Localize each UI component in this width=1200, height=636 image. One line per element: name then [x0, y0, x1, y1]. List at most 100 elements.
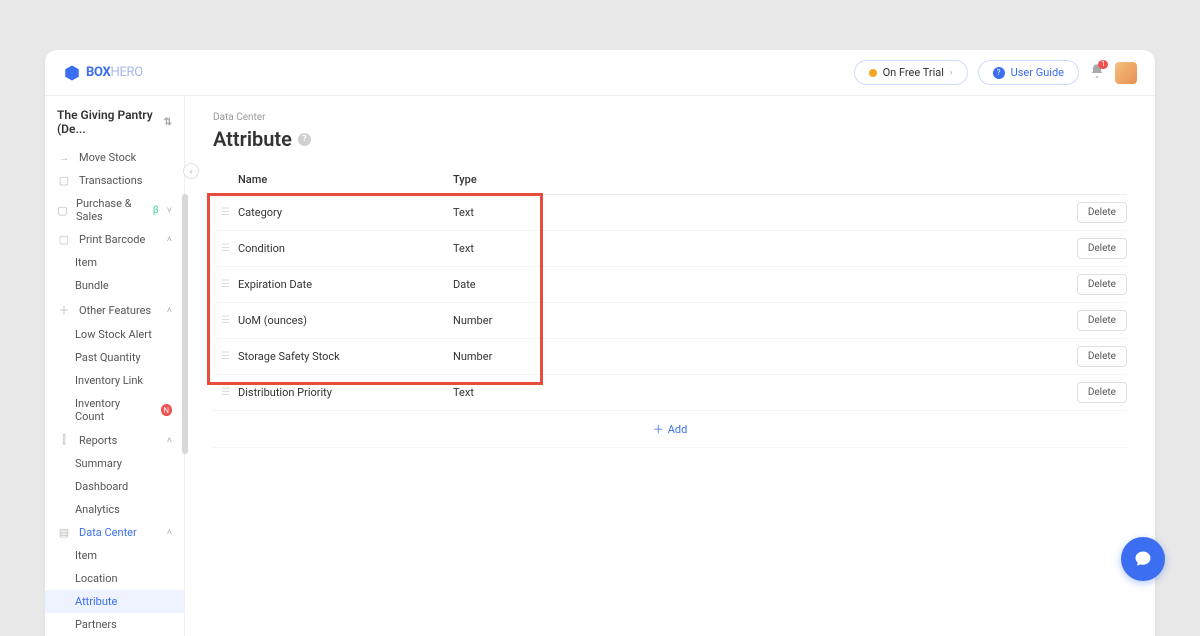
new-badge: N — [161, 404, 172, 416]
sidebar-item-move-stock[interactable]: →Move Stock — [45, 146, 184, 169]
team-name: The Giving Pantry (De... — [57, 108, 164, 136]
sort-icon: ⇅ — [164, 117, 172, 128]
beta-badge: β — [153, 205, 159, 216]
attribute-name[interactable]: Expiration Date — [238, 278, 453, 291]
chat-icon — [1133, 549, 1153, 569]
sidebar-item-label: Other Features — [79, 304, 151, 317]
sidebar-item-low-stock-alert[interactable]: Low Stock Alert — [45, 323, 184, 346]
sidebar-icon: ▤ — [57, 526, 71, 539]
table-row: ☰Storage Safety StockNumberDelete — [213, 339, 1127, 375]
table-header: Name Type — [213, 165, 1127, 195]
sidebar: The Giving Pantry (De... ⇅ →Move Stock▢T… — [45, 96, 185, 636]
drag-handle-icon[interactable]: ☰ — [213, 207, 238, 218]
chevron-up-icon: ˄ — [167, 527, 172, 538]
sidebar-item-analytics[interactable]: Analytics — [45, 498, 184, 521]
sidebar-item-summary[interactable]: Summary — [45, 452, 184, 475]
sidebar-item-item[interactable]: Item — [45, 544, 184, 567]
sidebar-item-label: Print Barcode — [79, 233, 145, 246]
attribute-type[interactable]: Text — [453, 386, 1077, 399]
delete-button[interactable]: Delete — [1077, 310, 1127, 331]
sidebar-item-label: Partners — [75, 618, 117, 631]
chevron-down-icon: ˅ — [167, 205, 172, 216]
attribute-type[interactable]: Text — [453, 206, 1077, 219]
sidebar-item-label: Summary — [75, 457, 122, 470]
delete-button[interactable]: Delete — [1077, 238, 1127, 259]
sidebar-item-transactions[interactable]: ▢Transactions — [45, 169, 184, 192]
sidebar-item-past-quantity[interactable]: Past Quantity — [45, 346, 184, 369]
info-icon[interactable]: ? — [298, 133, 311, 146]
sidebar-item-reports[interactable]: ⫿Reports˄ — [45, 428, 184, 452]
user-guide-button[interactable]: ? User Guide — [978, 60, 1079, 85]
table-row: ☰CategoryTextDelete — [213, 195, 1127, 231]
sidebar-item-location[interactable]: Location — [45, 567, 184, 590]
sidebar-icon: ▢ — [57, 204, 68, 217]
delete-button[interactable]: Delete — [1077, 274, 1127, 295]
free-trial-label: On Free Trial — [883, 66, 944, 79]
sidebar-item-label: Attribute — [75, 595, 117, 608]
sidebar-item-label: Transactions — [79, 174, 142, 187]
sidebar-item-label: Low Stock Alert — [75, 328, 152, 341]
column-header-name: Name — [213, 173, 453, 186]
sidebar-item-label: Item — [75, 549, 97, 562]
attribute-name[interactable]: Distribution Priority — [238, 386, 453, 399]
drag-handle-icon[interactable]: ☰ — [213, 243, 238, 254]
sidebar-icon: ▢ — [57, 233, 71, 246]
sidebar-item-attribute[interactable]: Attribute — [45, 590, 184, 613]
free-trial-button[interactable]: On Free Trial › — [854, 60, 968, 85]
sidebar-item-inventory-count[interactable]: Inventory Count N — [45, 392, 184, 428]
question-icon: ? — [993, 67, 1005, 79]
plus-icon: ＋ — [653, 421, 664, 437]
drag-handle-icon[interactable]: ☰ — [213, 387, 238, 398]
avatar[interactable] — [1115, 62, 1137, 84]
attribute-name[interactable]: UoM (ounces) — [238, 314, 453, 327]
sidebar-item-other-features[interactable]: ＋Other Features˄ — [45, 297, 184, 323]
table-row: ☰ConditionTextDelete — [213, 231, 1127, 267]
sidebar-scrollbar[interactable] — [182, 194, 188, 454]
sidebar-item-label: Analytics — [75, 503, 120, 516]
breadcrumb: Data Center — [213, 112, 1127, 123]
sidebar-item-dashboard[interactable]: Dashboard — [45, 475, 184, 498]
sidebar-item-label: Purchase & Sales — [76, 197, 143, 223]
table-row: ☰Distribution PriorityTextDelete — [213, 375, 1127, 411]
sidebar-item-inventory-link[interactable]: Inventory Link — [45, 369, 184, 392]
column-header-type: Type — [453, 173, 1067, 186]
drag-handle-icon[interactable]: ☰ — [213, 279, 238, 290]
sidebar-item-bundle[interactable]: Bundle — [45, 274, 184, 297]
notification-badge: 1 — [1098, 60, 1108, 69]
topbar: BOXHERO On Free Trial › ? User Guide 1 — [45, 50, 1155, 96]
sidebar-item-label: Move Stock — [79, 151, 136, 164]
sidebar-item-label: Inventory Count — [75, 397, 149, 423]
attribute-type[interactable]: Text — [453, 242, 1077, 255]
sidebar-icon: ⫿ — [57, 433, 71, 447]
chevron-up-icon: ˄ — [167, 435, 172, 446]
chevron-up-icon: ˄ — [167, 234, 172, 245]
sidebar-item-label: Location — [75, 572, 118, 585]
attribute-type[interactable]: Date — [453, 278, 1077, 291]
sidebar-item-data-center[interactable]: ▤ Data Center ˄ — [45, 521, 184, 544]
attribute-type[interactable]: Number — [453, 350, 1077, 363]
sidebar-collapse-button[interactable]: ‹ — [183, 163, 199, 179]
drag-handle-icon[interactable]: ☰ — [213, 351, 238, 362]
chevron-up-icon: ˄ — [167, 305, 172, 316]
sidebar-item-item[interactable]: Item — [45, 251, 184, 274]
delete-button[interactable]: Delete — [1077, 382, 1127, 403]
team-selector[interactable]: The Giving Pantry (De... ⇅ — [45, 108, 184, 146]
delete-button[interactable]: Delete — [1077, 346, 1127, 367]
sidebar-item-purchase-sales[interactable]: ▢ Purchase & Sales β ˅ — [45, 192, 184, 228]
attribute-name[interactable]: Category — [238, 206, 453, 219]
delete-button[interactable]: Delete — [1077, 202, 1127, 223]
add-label: Add — [668, 423, 688, 436]
notifications-button[interactable]: 1 — [1089, 63, 1105, 83]
sidebar-item-label: Data Center — [79, 526, 137, 539]
chat-fab-button[interactable] — [1121, 537, 1165, 581]
attribute-type[interactable]: Number — [453, 314, 1077, 327]
add-attribute-button[interactable]: ＋ Add — [653, 421, 688, 437]
table-row: ☰UoM (ounces)NumberDelete — [213, 303, 1127, 339]
drag-handle-icon[interactable]: ☰ — [213, 315, 238, 326]
sidebar-item-label: Item — [75, 256, 97, 269]
sidebar-item-partners[interactable]: Partners — [45, 613, 184, 636]
attribute-name[interactable]: Condition — [238, 242, 453, 255]
sidebar-item-print-barcode[interactable]: ▢ Print Barcode ˄ — [45, 228, 184, 251]
logo[interactable]: BOXHERO — [63, 64, 143, 82]
attribute-name[interactable]: Storage Safety Stock — [238, 350, 453, 363]
